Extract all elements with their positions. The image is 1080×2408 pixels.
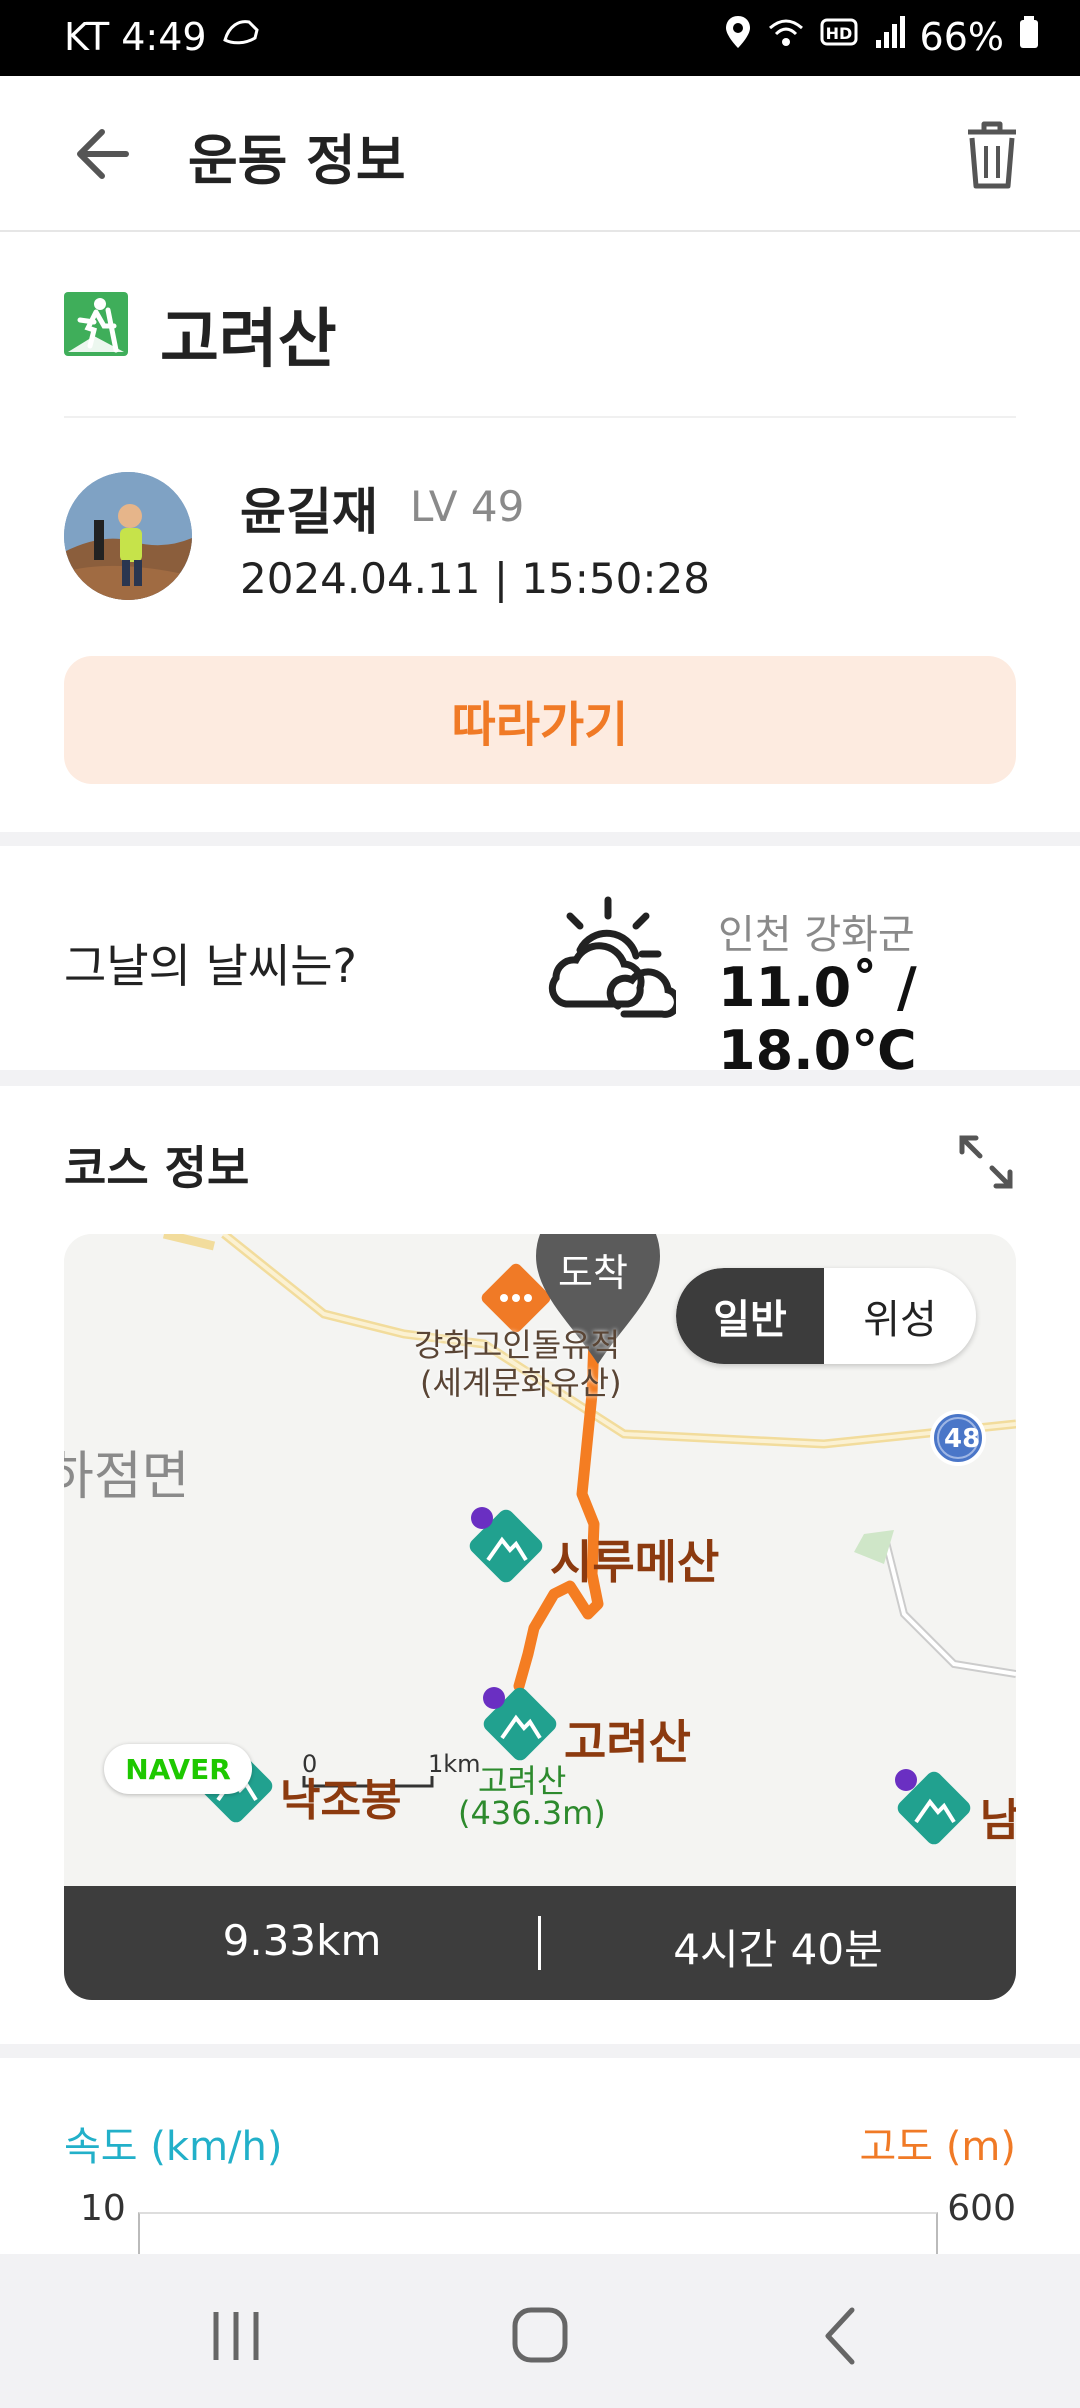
map-label-peak-goryeo: 고려산 [564, 1715, 691, 1769]
scale-1km: 1km [428, 1750, 481, 1778]
weather-question: 그날의 날씨는? [64, 939, 357, 993]
activity-datetime: 2024.04.11 | 15:50:28 [240, 554, 710, 603]
svg-text:HD: HD [825, 24, 852, 43]
map-type-normal[interactable]: 일반 [676, 1268, 824, 1364]
recent-apps-icon[interactable] [196, 2304, 276, 2368]
app-bar: 운동 정보 [0, 76, 1080, 233]
user-name: 윤길재 [240, 483, 378, 541]
divider [64, 416, 1016, 418]
battery-icon [1018, 14, 1040, 59]
battery-text: 66% [919, 14, 1004, 59]
altitude-axis-label: 고도 (m) [859, 2124, 1017, 2170]
user-level: LV 49 [410, 482, 525, 531]
map-label-peak-height: (436.3m) [458, 1794, 606, 1832]
status-bar: KT 4:49 HD 66% [0, 0, 1080, 76]
speed-altitude-chart: 속도 (km/h) 고도 (m) 10 600 [0, 2058, 1080, 2274]
course-stats: 9.33km 4시간 40분 [64, 1886, 1016, 2000]
status-carrier-time: KT 4:49 [64, 14, 207, 59]
course-map[interactable]: 도착 강화고인돌유적 (세계문화유산) 하점면 시루메산 고려산 고려산 (43… [64, 1234, 1016, 1886]
weather-temperature: 11.0˚ / 18.0℃ [718, 956, 917, 1082]
weather-card: 그날의 날씨는? 인천 강화군 11.0˚ / 18.0℃ [0, 846, 1080, 1082]
trash-icon[interactable] [956, 116, 1028, 192]
weather-location: 인천 강화군 [718, 912, 915, 958]
back-arrow-icon[interactable] [70, 118, 150, 190]
speed-axis-max: 10 [80, 2188, 126, 2229]
location-icon [724, 14, 752, 59]
map-label-peak-nakjo: 낙조봉 [280, 1775, 402, 1826]
naver-logo: NAVER [104, 1744, 252, 1794]
speed-axis-label: 속도 (km/h) [64, 2124, 283, 2170]
activity-card: 고려산 윤길재 LV 49 2024.04.11 | 15:50:28 따라가기 [0, 232, 1080, 832]
back-nav-icon[interactable] [800, 2304, 880, 2368]
hiking-icon [64, 292, 128, 356]
map-label-region: 하점면 [64, 1447, 190, 1507]
map-type-satellite[interactable]: 위성 [824, 1268, 976, 1364]
course-duration: 4시간 40분 [673, 1925, 883, 1974]
home-icon[interactable] [500, 2304, 580, 2368]
wifi-icon [766, 14, 806, 59]
map-label-arrival: 도착 [558, 1251, 628, 1295]
avatar[interactable] [64, 472, 192, 600]
partly-cloudy-icon [536, 894, 681, 1022]
course-card: 코스 정보 도착 강화고인돌유적 (세계문화유산) 하점면 시루메산 고려산 고… [0, 1086, 1080, 2044]
route-shield-48: 48 [944, 1424, 981, 1454]
map-label-heritage-sub: (세계문화유산) [420, 1364, 622, 1402]
shoe-icon [221, 14, 261, 59]
mountain-title: 고려산 [160, 303, 337, 377]
map-type-toggle: 일반 위성 [676, 1268, 976, 1364]
signal-icon [874, 14, 906, 59]
scale-zero: 0 [302, 1750, 318, 1778]
page-title: 운동 정보 [188, 129, 406, 192]
course-distance: 9.33km [222, 1916, 382, 1965]
follow-button[interactable]: 따라가기 [64, 656, 1016, 784]
system-nav-bar [0, 2254, 1080, 2408]
course-title: 코스 정보 [64, 1141, 250, 1195]
map-label-peak-nam: 남 [980, 1795, 1016, 1846]
altitude-axis-max: 600 [947, 2188, 1016, 2229]
map-label-peak-sirume: 시루메산 [550, 1535, 720, 1589]
hd-icon: HD [820, 14, 860, 59]
expand-icon[interactable] [956, 1132, 1016, 1192]
